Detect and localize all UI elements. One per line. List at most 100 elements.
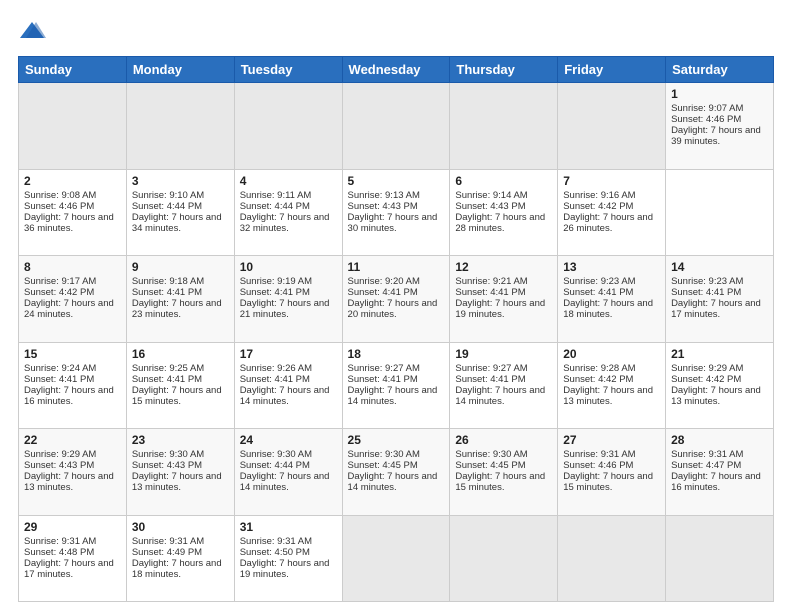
calendar-day-cell: 26Sunrise: 9:30 AMSunset: 4:45 PMDayligh…	[450, 429, 558, 516]
calendar-day-cell: 2Sunrise: 9:08 AMSunset: 4:46 PMDaylight…	[19, 169, 127, 256]
sunrise-text: Sunrise: 9:30 AM	[348, 449, 420, 460]
daylight-text: Daylight: 7 hours and 14 minutes.	[348, 471, 438, 493]
sunrise-text: Sunrise: 9:29 AM	[24, 449, 96, 460]
day-number: 8	[24, 260, 121, 274]
daylight-text: Daylight: 7 hours and 14 minutes.	[240, 385, 330, 407]
day-number: 1	[671, 87, 768, 101]
calendar-day-cell	[126, 83, 234, 170]
daylight-text: Daylight: 7 hours and 14 minutes.	[455, 385, 545, 407]
daylight-text: Daylight: 7 hours and 15 minutes.	[132, 385, 222, 407]
day-number: 30	[132, 520, 229, 534]
daylight-text: Daylight: 7 hours and 15 minutes.	[455, 471, 545, 493]
daylight-text: Daylight: 7 hours and 21 minutes.	[240, 298, 330, 320]
sunset-text: Sunset: 4:46 PM	[24, 201, 94, 212]
daylight-text: Daylight: 7 hours and 18 minutes.	[132, 558, 222, 580]
daylight-text: Daylight: 7 hours and 14 minutes.	[240, 471, 330, 493]
calendar-week-row: 2Sunrise: 9:08 AMSunset: 4:46 PMDaylight…	[19, 169, 774, 256]
calendar-day-cell: 31Sunrise: 9:31 AMSunset: 4:50 PMDayligh…	[234, 515, 342, 602]
calendar-day-cell: 13Sunrise: 9:23 AMSunset: 4:41 PMDayligh…	[558, 256, 666, 343]
calendar-day-cell: 22Sunrise: 9:29 AMSunset: 4:43 PMDayligh…	[19, 429, 127, 516]
sunset-text: Sunset: 4:43 PM	[24, 460, 94, 471]
daylight-text: Daylight: 7 hours and 15 minutes.	[563, 471, 653, 493]
day-number: 17	[240, 347, 337, 361]
calendar-table: SundayMondayTuesdayWednesdayThursdayFrid…	[18, 56, 774, 602]
sunset-text: Sunset: 4:42 PM	[24, 287, 94, 298]
calendar-day-cell: 17Sunrise: 9:26 AMSunset: 4:41 PMDayligh…	[234, 342, 342, 429]
daylight-text: Daylight: 7 hours and 20 minutes.	[348, 298, 438, 320]
day-number: 18	[348, 347, 445, 361]
calendar-day-cell: 10Sunrise: 9:19 AMSunset: 4:41 PMDayligh…	[234, 256, 342, 343]
calendar-header-row: SundayMondayTuesdayWednesdayThursdayFrid…	[19, 57, 774, 83]
day-of-week-header: Friday	[558, 57, 666, 83]
calendar-day-cell: 18Sunrise: 9:27 AMSunset: 4:41 PMDayligh…	[342, 342, 450, 429]
day-of-week-header: Wednesday	[342, 57, 450, 83]
calendar-day-cell: 30Sunrise: 9:31 AMSunset: 4:49 PMDayligh…	[126, 515, 234, 602]
daylight-text: Daylight: 7 hours and 19 minutes.	[455, 298, 545, 320]
sunset-text: Sunset: 4:50 PM	[240, 547, 310, 558]
daylight-text: Daylight: 7 hours and 17 minutes.	[24, 558, 114, 580]
calendar-day-cell: 20Sunrise: 9:28 AMSunset: 4:42 PMDayligh…	[558, 342, 666, 429]
sunrise-text: Sunrise: 9:30 AM	[132, 449, 204, 460]
sunrise-text: Sunrise: 9:16 AM	[563, 190, 635, 201]
calendar-day-cell	[450, 515, 558, 602]
sunset-text: Sunset: 4:41 PM	[240, 374, 310, 385]
sunrise-text: Sunrise: 9:27 AM	[455, 363, 527, 374]
calendar-day-cell	[234, 83, 342, 170]
calendar-day-cell: 12Sunrise: 9:21 AMSunset: 4:41 PMDayligh…	[450, 256, 558, 343]
calendar-day-cell: 24Sunrise: 9:30 AMSunset: 4:44 PMDayligh…	[234, 429, 342, 516]
day-of-week-header: Sunday	[19, 57, 127, 83]
sunset-text: Sunset: 4:41 PM	[563, 287, 633, 298]
sunset-text: Sunset: 4:41 PM	[132, 287, 202, 298]
sunrise-text: Sunrise: 9:19 AM	[240, 276, 312, 287]
daylight-text: Daylight: 7 hours and 26 minutes.	[563, 212, 653, 234]
logo-icon	[18, 18, 46, 46]
page: SundayMondayTuesdayWednesdayThursdayFrid…	[0, 0, 792, 612]
sunset-text: Sunset: 4:41 PM	[348, 287, 418, 298]
sunrise-text: Sunrise: 9:17 AM	[24, 276, 96, 287]
logo	[18, 18, 50, 46]
sunset-text: Sunset: 4:41 PM	[671, 287, 741, 298]
calendar-day-cell: 8 Sunrise: 9:17 AMSunset: 4:42 PMDaylight…	[19, 256, 127, 343]
sunset-text: Sunset: 4:46 PM	[563, 460, 633, 471]
calendar-week-row: 22Sunrise: 9:29 AMSunset: 4:43 PMDayligh…	[19, 429, 774, 516]
day-of-week-header: Monday	[126, 57, 234, 83]
daylight-text: Daylight: 7 hours and 17 minutes.	[671, 298, 761, 320]
sunset-text: Sunset: 4:43 PM	[132, 460, 202, 471]
sunset-text: Sunset: 4:41 PM	[348, 374, 418, 385]
day-number: 16	[132, 347, 229, 361]
sunrise-text: Sunrise: 9:08 AM	[24, 190, 96, 201]
calendar-day-cell	[342, 515, 450, 602]
sunset-text: Sunset: 4:41 PM	[455, 374, 525, 385]
day-number: 21	[671, 347, 768, 361]
calendar-day-cell: 16Sunrise: 9:25 AMSunset: 4:41 PMDayligh…	[126, 342, 234, 429]
calendar-week-row: 15Sunrise: 9:24 AMSunset: 4:41 PMDayligh…	[19, 342, 774, 429]
day-number: 6	[455, 174, 552, 188]
calendar-day-cell	[342, 83, 450, 170]
sunset-text: Sunset: 4:48 PM	[24, 547, 94, 558]
sunrise-text: Sunrise: 9:31 AM	[132, 536, 204, 547]
calendar-day-cell	[450, 83, 558, 170]
sunrise-text: Sunrise: 9:11 AM	[240, 190, 312, 201]
day-number: 5	[348, 174, 445, 188]
daylight-text: Daylight: 7 hours and 32 minutes.	[240, 212, 330, 234]
calendar-day-cell: 23Sunrise: 9:30 AMSunset: 4:43 PMDayligh…	[126, 429, 234, 516]
daylight-text: Daylight: 7 hours and 34 minutes.	[132, 212, 222, 234]
sunrise-text: Sunrise: 9:31 AM	[671, 449, 743, 460]
day-number: 3	[132, 174, 229, 188]
calendar-week-row: 8Sunrise: 9:17 AMSunset: 4:42 PMDaylight…	[19, 256, 774, 343]
daylight-text: Daylight: 7 hours and 16 minutes.	[671, 471, 761, 493]
sunrise-text: Sunrise: 9:13 AM	[348, 190, 420, 201]
day-number: 14	[671, 260, 768, 274]
sunrise-text: Sunrise: 9:10 AM	[132, 190, 204, 201]
calendar-day-cell: 7Sunrise: 9:16 AMSunset: 4:42 PMDaylight…	[558, 169, 666, 256]
day-number: 10	[240, 260, 337, 274]
sunset-text: Sunset: 4:43 PM	[455, 201, 525, 212]
day-number: 7	[563, 174, 660, 188]
calendar-day-cell: 19Sunrise: 9:27 AMSunset: 4:41 PMDayligh…	[450, 342, 558, 429]
daylight-text: Daylight: 7 hours and 13 minutes.	[563, 385, 653, 407]
header	[18, 18, 774, 46]
sunset-text: Sunset: 4:47 PM	[671, 460, 741, 471]
sunset-text: Sunset: 4:46 PM	[671, 114, 741, 125]
daylight-text: Daylight: 7 hours and 24 minutes.	[24, 298, 114, 320]
calendar-week-row: 29Sunrise: 9:31 AMSunset: 4:48 PMDayligh…	[19, 515, 774, 602]
